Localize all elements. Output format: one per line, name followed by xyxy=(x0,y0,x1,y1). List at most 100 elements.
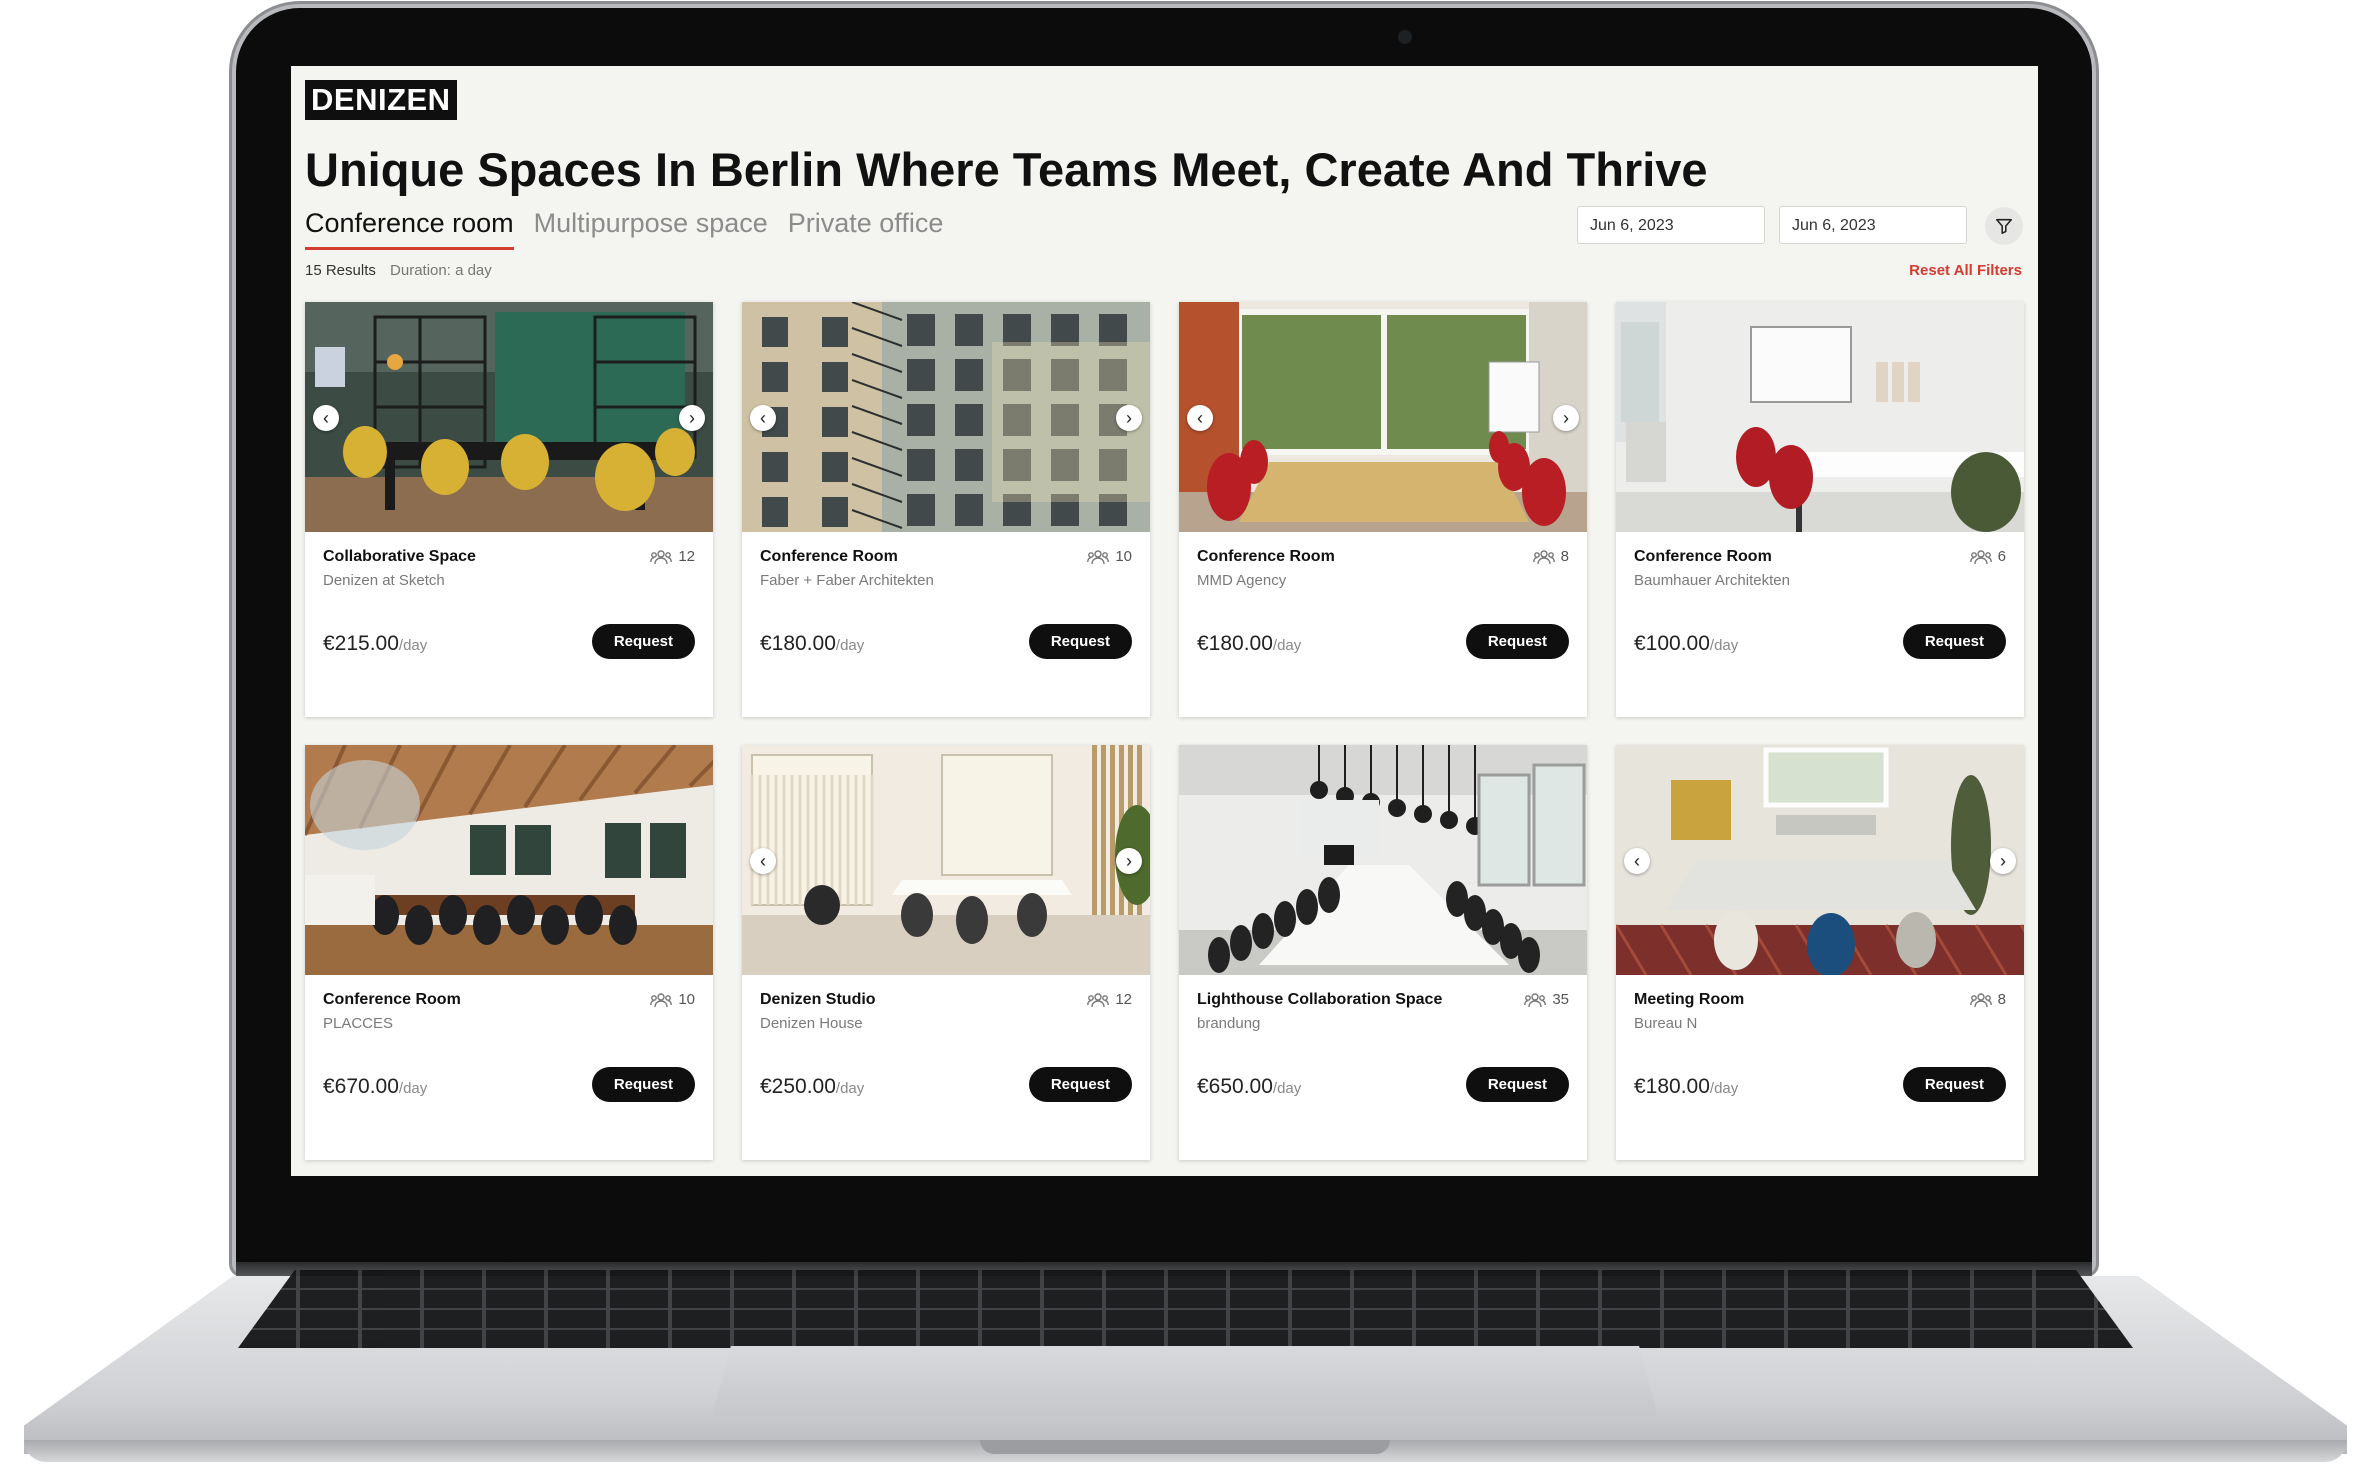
chevron-left-icon[interactable]: ‹ xyxy=(750,848,776,874)
listing-price: €180.00/day xyxy=(1634,1075,1738,1099)
listing-info: Conference Room Baumhauer Architekten 6 xyxy=(1616,532,2024,589)
request-button[interactable]: Request xyxy=(1465,624,1569,659)
listing-card[interactable]: Conference Room PLACCES 10 €670.00/day R… xyxy=(305,745,713,1160)
listing-price: €180.00/day xyxy=(1197,632,1301,656)
listing-photo[interactable] xyxy=(305,745,713,975)
request-button[interactable]: Request xyxy=(1902,1067,2006,1102)
capacity: 12 xyxy=(1087,991,1132,1008)
listing-info: Denizen Studio Denizen House 12 xyxy=(742,975,1150,1032)
listing-host: brandung xyxy=(1197,1015,1261,1032)
listing-photo[interactable]: ‹ › xyxy=(742,745,1150,975)
key-row-gap xyxy=(238,1328,2133,1330)
capacity: 12 xyxy=(650,548,695,565)
laptop-mockup: DENIZEN Unique Spaces In Berlin Where Te… xyxy=(0,0,2371,1468)
chevron-left-icon[interactable]: ‹ xyxy=(313,405,339,431)
listing-photo[interactable]: ‹ › xyxy=(1179,302,1587,532)
listing-card[interactable]: ‹ › Meeting Room Bureau N 8 €180.00/day R… xyxy=(1616,745,2024,1160)
results-count: 15 Results xyxy=(305,262,376,279)
listing-title[interactable]: Meeting Room xyxy=(1634,991,2006,1009)
listing-title[interactable]: Denizen Studio xyxy=(760,991,1132,1009)
chevron-right-icon[interactable]: › xyxy=(1116,848,1142,874)
chevron-left-icon[interactable]: ‹ xyxy=(750,405,776,431)
request-button[interactable]: Request xyxy=(1902,624,2006,659)
listing-photo[interactable] xyxy=(1179,745,1587,975)
page-title: Unique Spaces In Berlin Where Teams Meet… xyxy=(305,143,1708,196)
listing-price: €650.00/day xyxy=(1197,1075,1301,1099)
people-icon xyxy=(1532,549,1555,564)
chevron-right-icon[interactable]: › xyxy=(1990,848,2016,874)
capacity-count: 35 xyxy=(1552,991,1569,1008)
listing-card[interactable]: ‹ › Collaborative Space Denizen at Sketch… xyxy=(305,302,713,717)
request-button[interactable]: Request xyxy=(1028,1067,1132,1102)
chevron-left-icon[interactable]: ‹ xyxy=(1187,405,1213,431)
listing-card[interactable]: Lighthouse Collaboration Space brandung … xyxy=(1179,745,1587,1160)
chevron-right-icon[interactable]: › xyxy=(679,405,705,431)
listing-price: €250.00/day xyxy=(760,1075,864,1099)
listing-photo[interactable] xyxy=(1616,302,2024,532)
listing-photo[interactable]: ‹ › xyxy=(742,302,1150,532)
people-icon xyxy=(1969,549,1992,564)
listing-title[interactable]: Conference Room xyxy=(323,991,695,1009)
capacity-count: 10 xyxy=(678,991,695,1008)
capacity: 8 xyxy=(1532,548,1569,565)
listing-info: Meeting Room Bureau N 8 xyxy=(1616,975,2024,1032)
price-amount: €250.00 xyxy=(760,1075,836,1098)
chevron-right-icon[interactable]: › xyxy=(1553,405,1579,431)
listing-card[interactable]: ‹ › Denizen Studio Denizen House 12 €250.… xyxy=(742,745,1150,1160)
listing-photo[interactable]: ‹ › xyxy=(1616,745,2024,975)
listing-title[interactable]: Lighthouse Collaboration Space xyxy=(1197,991,1569,1009)
listing-price: €670.00/day xyxy=(323,1075,427,1099)
listing-card[interactable]: ‹ › Conference Room MMD Agency 8 €180.00/… xyxy=(1179,302,1587,717)
price-amount: €100.00 xyxy=(1634,632,1710,655)
listing-title[interactable]: Conference Room xyxy=(1197,548,1569,566)
people-icon xyxy=(1087,992,1110,1007)
room-photo xyxy=(742,302,1150,532)
space-type-tabs: Conference room Multipurpose space Priva… xyxy=(305,208,943,250)
listing-card[interactable]: ‹ › Conference Room Faber + Faber Archite… xyxy=(742,302,1150,717)
room-photo xyxy=(1616,745,2024,975)
listing-info: Lighthouse Collaboration Space brandung … xyxy=(1179,975,1587,1032)
price-amount: €215.00 xyxy=(323,632,399,655)
price-unit: /day xyxy=(1709,637,1739,654)
start-date-input[interactable]: Jun 6, 2023 xyxy=(1577,206,1765,244)
capacity: 35 xyxy=(1524,991,1569,1008)
room-photo xyxy=(1616,302,2024,532)
tab-multipurpose-space[interactable]: Multipurpose space xyxy=(534,208,768,250)
price-amount: €650.00 xyxy=(1197,1075,1273,1098)
listing-host: PLACCES xyxy=(323,1015,394,1032)
tab-private-office[interactable]: Private office xyxy=(788,208,944,250)
listing-host: Denizen House xyxy=(760,1015,863,1032)
request-button[interactable]: Request xyxy=(591,624,695,659)
end-date-input[interactable]: Jun 6, 2023 xyxy=(1779,206,1967,244)
listing-host: Bureau N xyxy=(1634,1015,1698,1032)
denizen-logo[interactable]: DENIZEN xyxy=(305,80,457,120)
people-icon xyxy=(650,992,673,1007)
listing-photo[interactable]: ‹ › xyxy=(305,302,713,532)
duration-text: Duration: a day xyxy=(390,262,492,279)
request-button[interactable]: Request xyxy=(1028,624,1132,659)
key-row-gap xyxy=(238,1308,2133,1310)
capacity-count: 10 xyxy=(1115,548,1132,565)
reset-filters-link[interactable]: Reset All Filters xyxy=(1909,262,2022,279)
app-screen: DENIZEN Unique Spaces In Berlin Where Te… xyxy=(291,66,2038,1176)
capacity-count: 8 xyxy=(1560,548,1569,565)
listing-title[interactable]: Collaborative Space xyxy=(323,548,695,566)
price-amount: €180.00 xyxy=(1197,632,1273,655)
listing-host: Faber + Faber Architekten xyxy=(760,572,934,589)
key-row-gap xyxy=(238,1288,2133,1290)
tab-conference-room[interactable]: Conference room xyxy=(305,208,514,250)
room-photo xyxy=(1179,745,1587,975)
listing-title[interactable]: Conference Room xyxy=(760,548,1132,566)
chevron-left-icon[interactable]: ‹ xyxy=(1624,848,1650,874)
request-button[interactable]: Request xyxy=(591,1067,695,1102)
listing-info: Conference Room PLACCES 10 xyxy=(305,975,713,1032)
camera xyxy=(1398,30,1412,44)
people-icon xyxy=(1087,549,1110,564)
listing-title[interactable]: Conference Room xyxy=(1634,548,2006,566)
filter-button[interactable] xyxy=(1985,207,2023,245)
listing-card[interactable]: Conference Room Baumhauer Architekten 6 … xyxy=(1616,302,2024,717)
chevron-right-icon[interactable]: › xyxy=(1116,405,1142,431)
request-button[interactable]: Request xyxy=(1465,1067,1569,1102)
capacity: 8 xyxy=(1969,991,2006,1008)
listing-info: Conference Room Faber + Faber Architekte… xyxy=(742,532,1150,589)
